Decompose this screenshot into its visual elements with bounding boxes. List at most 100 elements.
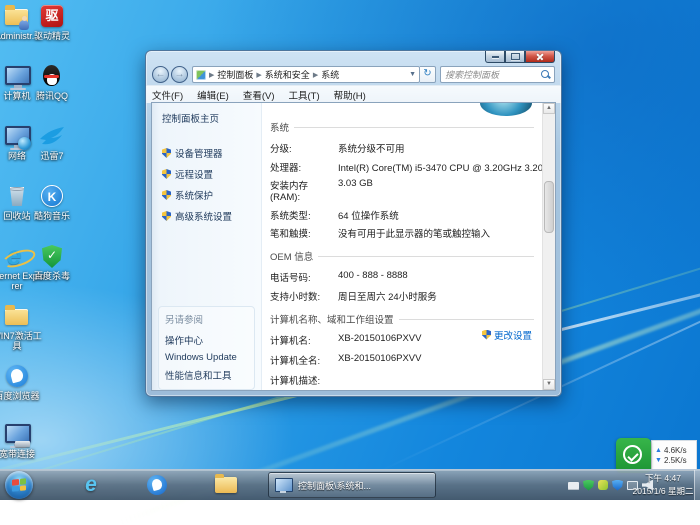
tray-clock[interactable]: 下午 4:47 2015/1/6 星期二 <box>632 472 694 498</box>
taskbar: e 控制面板\系统和... 下午 4:47 2015/1/6 星期二 <box>0 469 700 500</box>
maximize-icon <box>511 53 520 60</box>
navigation-bar: ← → ▶ 控制面板 ▶ 系统和安全 ▶ 系统 ▼ ↻ 搜索控制面板 <box>146 64 561 85</box>
uac-shield-icon <box>162 169 171 179</box>
sidebar-item-device-manager[interactable]: 设备管理器 <box>152 139 261 160</box>
taskbar-explorer-button[interactable] <box>214 473 238 497</box>
desktop-icon-win7-tool[interactable]: WIN7激活工具 <box>0 303 45 351</box>
desktop-icon-baidu-browser[interactable]: 百度浏览器 <box>0 363 45 401</box>
breadcrumb-control-panel[interactable]: 控制面板 <box>217 68 253 81</box>
menu-view[interactable]: 查看(V) <box>243 88 275 102</box>
uac-shield-icon <box>162 190 171 200</box>
control-panel-icon <box>196 70 206 80</box>
close-icon <box>536 53 544 61</box>
icon-label: 腾讯QQ <box>24 91 80 101</box>
menu-edit[interactable]: 编辑(E) <box>197 88 229 102</box>
kugou-icon: K <box>38 183 66 210</box>
windows-flag-icon <box>12 478 26 491</box>
tray-driver-genie-icon[interactable] <box>598 480 608 490</box>
minimize-button[interactable] <box>485 51 505 63</box>
change-settings-link[interactable]: 更改设置 <box>482 328 532 342</box>
sidebar-item-home[interactable]: 控制面板主页 <box>152 103 261 125</box>
clock-date: 2015/1/6 星期二 <box>632 485 694 498</box>
desktop-icon-xunlei[interactable]: 迅雷7 <box>24 123 80 161</box>
uac-shield-icon <box>482 330 491 340</box>
menu-file[interactable]: 文件(F) <box>152 88 183 102</box>
info-row-ram: 安装内存(RAM): 3.03 GB <box>270 178 534 203</box>
sidebar-item-system-protection[interactable]: 系统保护 <box>152 181 261 202</box>
sidebar-item-advanced-settings[interactable]: 高级系统设置 <box>152 202 261 223</box>
refresh-button[interactable]: ↻ <box>420 66 436 83</box>
task-label: 控制面板\系统和... <box>298 479 371 492</box>
net-speed-widget[interactable]: ▲4.6K/s ▼2.5K/s <box>616 438 697 473</box>
ie-icon: e <box>85 473 97 497</box>
sidebar-item-label: 远程设置 <box>175 167 213 181</box>
back-icon: ← <box>156 69 166 80</box>
address-dropdown-icon[interactable]: ▼ <box>409 71 417 78</box>
download-arrow-icon: ▼ <box>655 457 662 464</box>
info-row-pen-touch: 笔和触摸: 没有可用于此显示器的笔或触控输入 <box>270 226 534 240</box>
breadcrumb-system[interactable]: 系统 <box>321 68 339 81</box>
taskbar-baidu-browser-button[interactable] <box>145 473 169 497</box>
oem-logo-sphere <box>480 103 532 116</box>
vertical-scrollbar[interactable]: ▲ ▼ <box>542 103 555 390</box>
icon-label: 驱动精灵 <box>24 31 80 41</box>
scroll-down-arrow[interactable]: ▼ <box>543 379 555 390</box>
section-title: 计算机名称、域和工作组设置 <box>270 312 394 326</box>
green-shield-icon: ✓ <box>38 243 66 270</box>
breadcrumb-system-security[interactable]: 系统和安全 <box>265 68 310 81</box>
icon-label: 宽带连接 <box>0 449 45 459</box>
desktop-icon-kugou[interactable]: K 酷狗音乐 <box>24 183 80 221</box>
info-row-phone: 电话号码: 400 - 888 - 8888 <box>270 270 534 284</box>
minimize-icon <box>492 56 499 58</box>
driver-genie-icon: 驱 <box>38 3 66 30</box>
forward-button[interactable]: → <box>171 66 188 83</box>
desktop-icon-qq[interactable]: 腾讯QQ <box>24 63 80 101</box>
sidebar: 控制面板主页 设备管理器 远程设置 系统保护 高级系统设置 <box>152 103 262 390</box>
breadcrumb-arrow-icon: ▶ <box>311 71 320 79</box>
desktop-icon-baidu-antivirus[interactable]: ✓ 百度杀毒 <box>24 243 80 281</box>
menu-tools[interactable]: 工具(T) <box>288 88 319 102</box>
clock-time: 下午 4:47 <box>632 472 694 485</box>
check-glyph: ✓ <box>42 245 62 268</box>
scroll-up-arrow[interactable]: ▲ <box>543 103 555 114</box>
upload-speed: 4.6K/s <box>664 446 687 455</box>
window-titlebar[interactable] <box>146 51 561 64</box>
info-row-description: 计算机描述: <box>270 373 534 387</box>
section-header-computer-name: 计算机名称、域和工作组设置 <box>270 312 534 326</box>
show-desktop-button[interactable] <box>694 470 700 500</box>
download-speed: 2.5K/s <box>664 456 687 465</box>
address-breadcrumb-bar[interactable]: ▶ 控制面板 ▶ 系统和安全 ▶ 系统 ▼ <box>192 66 420 83</box>
taskbar-active-task-control-panel[interactable]: 控制面板\系统和... <box>268 472 436 498</box>
desktop-icon-qudongjingling[interactable]: 驱 驱动精灵 <box>24 3 80 41</box>
desktop-icon-broadband[interactable]: 宽带连接 <box>0 421 45 459</box>
breadcrumb-arrow-icon: ▶ <box>254 71 263 79</box>
rating-link[interactable]: 系统分级不可用 <box>338 141 405 155</box>
sidebar-item-action-center[interactable]: 操作中心 <box>159 328 254 347</box>
system-window-icon <box>275 478 293 492</box>
menu-help[interactable]: 帮助(H) <box>334 88 366 102</box>
refresh-icon: ↻ <box>423 68 431 79</box>
icon-label: WIN7激活工具 <box>0 331 45 351</box>
icon-label: 迅雷7 <box>24 151 80 161</box>
start-button[interactable] <box>5 471 33 499</box>
search-placeholder: 搜索控制面板 <box>445 68 541 81</box>
tray-message-icon[interactable] <box>568 482 579 490</box>
taskbar-ie-button[interactable]: e <box>79 473 103 497</box>
tray-green-shield-icon[interactable] <box>583 480 594 491</box>
scrollbar-thumb[interactable] <box>544 181 554 233</box>
sidebar-item-performance[interactable]: 性能信息和工具 <box>159 363 254 382</box>
sidebar-item-remote-settings[interactable]: 远程设置 <box>152 160 261 181</box>
sidebar-item-label: 设备管理器 <box>175 146 223 160</box>
info-row-support-hours: 支持小时数: 周日至周六 24小时服务 <box>270 289 534 303</box>
system-control-panel-window: ← → ▶ 控制面板 ▶ 系统和安全 ▶ 系统 ▼ ↻ 搜索控制面板 文件(F)… <box>145 50 562 397</box>
k-glyph: K <box>41 185 63 207</box>
maximize-button[interactable] <box>505 51 525 63</box>
info-row-rating: 分级: 系统分级不可用 <box>270 141 534 155</box>
sidebar-item-windows-update[interactable]: Windows Update <box>159 347 254 363</box>
search-box[interactable]: 搜索控制面板 <box>440 66 555 83</box>
back-button[interactable]: ← <box>152 66 169 83</box>
security-check-ball-icon[interactable] <box>616 438 651 473</box>
tray-blue-shield-icon[interactable] <box>612 480 623 491</box>
section-title: 系统 <box>270 120 289 134</box>
close-button[interactable] <box>525 51 555 63</box>
